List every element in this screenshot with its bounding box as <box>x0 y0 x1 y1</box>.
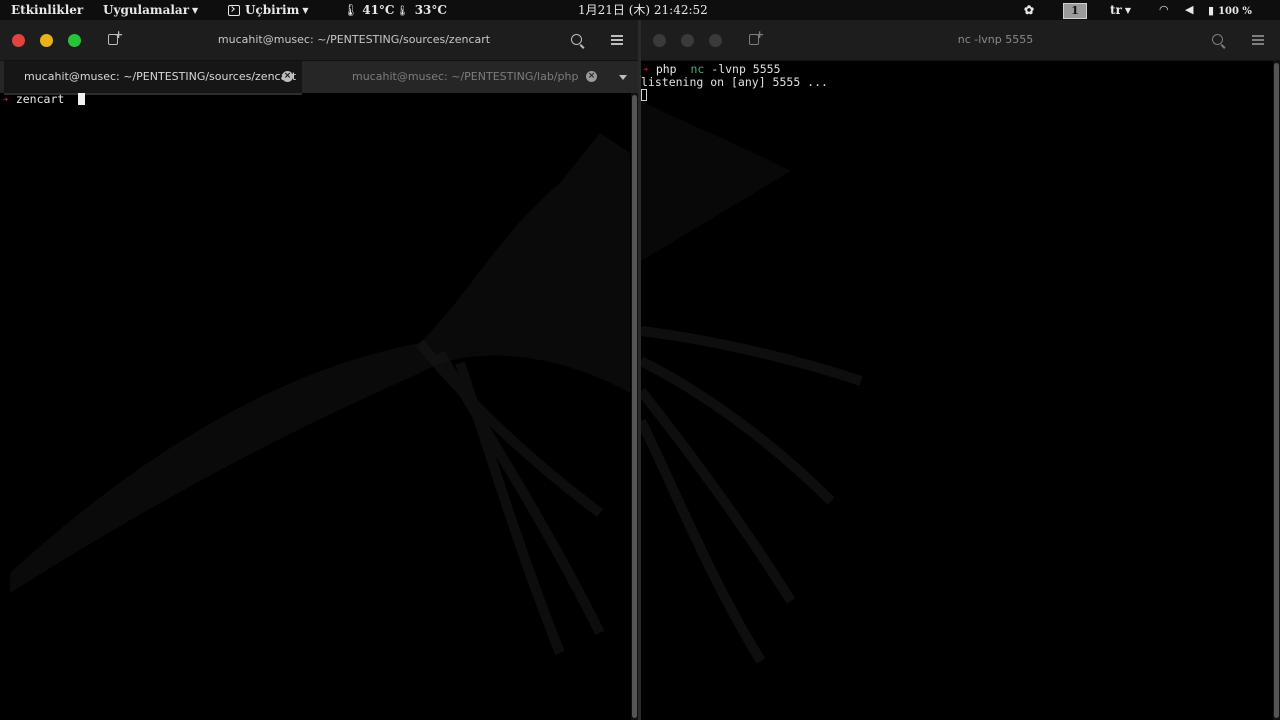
search-icon[interactable] <box>1212 34 1223 45</box>
close-window-button[interactable] <box>653 34 666 47</box>
chevron-down-icon: ▼ <box>302 5 309 15</box>
volume-icon[interactable]: ◀ <box>1185 0 1193 20</box>
scrollbar[interactable] <box>1273 61 1280 720</box>
applications-menu[interactable]: Uygulamalar ▼ <box>103 0 198 20</box>
scroll-thumb[interactable] <box>1274 63 1279 718</box>
tab-lab-php[interactable]: mucahit@musec: ~/PENTESTING/lab/php × <box>310 61 608 93</box>
new-tab-icon[interactable] <box>749 28 764 45</box>
battery-value: 100 % <box>1218 6 1252 17</box>
cpu-temp-indicator[interactable]: 🌡︎ 41°C <box>343 0 394 20</box>
cpu-temp-value: 41°C <box>362 3 395 17</box>
workspace-indicator[interactable]: 1 <box>1063 3 1087 19</box>
tab-bar: mucahit@musec: ~/PENTESTING/sources/zenc… <box>0 61 638 95</box>
cursor <box>641 89 647 101</box>
prompt-directory: php <box>655 62 677 76</box>
minimize-window-button[interactable] <box>681 34 694 47</box>
tab-label: mucahit@musec: ~/PENTESTING/sources/zenc… <box>24 70 297 83</box>
maximize-window-button[interactable] <box>68 34 81 47</box>
titlebar: mucahit@musec: ~/PENTESTING/sources/zenc… <box>0 20 638 61</box>
chevron-down-icon: ▼ <box>1124 5 1132 15</box>
terminal-window-right: nc -lvnp 5555 ➜ php nc -lvnp 5555 listeni… <box>641 20 1280 720</box>
clock[interactable]: 1月21日 (木) 21:42:52 <box>578 0 708 20</box>
terminal-window-left: mucahit@musec: ~/PENTESTING/sources/zenc… <box>0 20 638 720</box>
battery-icon: ▮ <box>1208 4 1215 17</box>
top-bar: Etkinlikler Uygulamalar ▼ Uçbirim ▼ 🌡︎ 41°C… <box>0 0 1280 20</box>
terminal-label: Uçbirim <box>245 3 300 17</box>
terminal-output[interactable]: ➜ zencart <box>0 93 630 720</box>
tab-label: mucahit@musec: ~/PENTESTING/lab/php <box>352 70 579 83</box>
maximize-window-button[interactable] <box>709 34 722 47</box>
dragon-wallpaper <box>641 101 863 664</box>
cursor-line <box>641 89 647 102</box>
menu-icon[interactable] <box>611 35 623 45</box>
prompt-line: ➜ zencart <box>3 92 86 106</box>
thermometer-icon: 🌡︎ <box>343 3 359 17</box>
close-window-button[interactable] <box>12 34 25 47</box>
window-title: nc -lvnp 5555 <box>957 33 1034 46</box>
command-args: -lvnp 5555 <box>711 62 781 76</box>
chevron-down-icon: ▼ <box>192 5 199 15</box>
dragon-wallpaper <box>10 133 630 655</box>
extensions-icon[interactable]: ✿ <box>1024 0 1034 20</box>
tab-list-icon[interactable] <box>619 75 627 80</box>
close-tab-icon[interactable]: × <box>586 71 597 82</box>
battery-indicator[interactable]: ▮ 100 % <box>1208 0 1252 20</box>
activities-button[interactable]: Etkinlikler <box>11 0 83 20</box>
output-line: listening on [any] 5555 ... <box>641 75 828 89</box>
new-tab-icon[interactable] <box>108 28 123 45</box>
prompt-arrow-icon: ➜ <box>643 65 648 74</box>
cursor <box>78 93 86 105</box>
terminal-app-menu[interactable]: Uçbirim ▼ <box>228 0 308 20</box>
gpu-temp-value: 33°C <box>414 3 447 17</box>
wifi-icon[interactable]: ◠ <box>1159 0 1169 20</box>
prompt-arrow-icon: ➜ <box>3 95 8 104</box>
window-title: mucahit@musec: ~/PENTESTING/sources/zenc… <box>217 33 491 46</box>
menu-icon[interactable] <box>1252 35 1264 45</box>
scrollbar[interactable] <box>631 93 638 720</box>
scroll-thumb[interactable] <box>632 95 637 718</box>
applications-label: Uygulamalar <box>103 3 190 17</box>
prompt-directory: zencart <box>15 92 65 106</box>
terminal-icon <box>228 5 240 16</box>
search-icon[interactable] <box>571 34 582 45</box>
thermometer-icon: 🌡︎ <box>396 6 409 17</box>
language-label: tr <box>1110 3 1122 17</box>
tab-zencart[interactable]: mucahit@musec: ~/PENTESTING/sources/zenc… <box>4 61 302 95</box>
minimize-window-button[interactable] <box>40 34 53 47</box>
terminal-output[interactable]: ➜ php nc -lvnp 5555 listening on [any] 55… <box>641 61 1272 720</box>
language-selector[interactable]: tr ▼ <box>1110 0 1131 20</box>
titlebar: nc -lvnp 5555 <box>641 20 1280 61</box>
command-name: nc <box>690 62 705 76</box>
close-tab-icon[interactable]: × <box>282 71 293 82</box>
gpu-temp-indicator[interactable]: 🌡︎ 33°C <box>396 0 447 20</box>
